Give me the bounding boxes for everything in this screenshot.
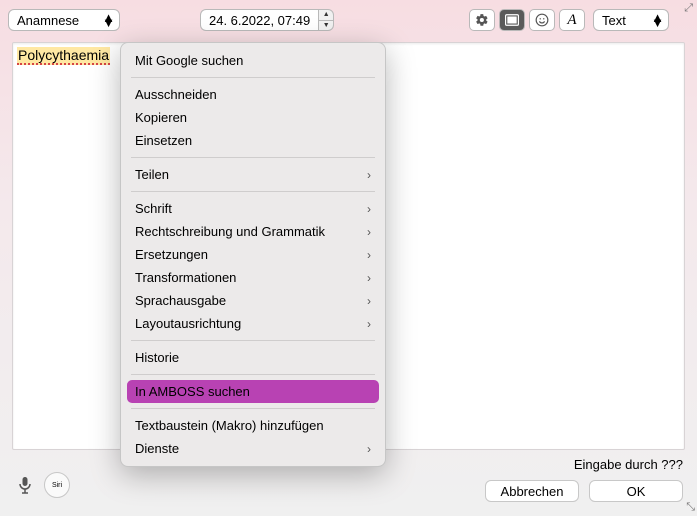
siri-icon: Siri xyxy=(52,482,62,489)
menu-separator xyxy=(131,374,375,375)
menu-item-spelling[interactable]: Rechtschreibung und Grammatik› xyxy=(121,220,385,243)
chevron-right-icon: › xyxy=(367,271,371,285)
datetime-field[interactable]: 24. 6.2022, 07:49 xyxy=(200,9,318,31)
cancel-button[interactable]: Abbrechen xyxy=(485,480,579,502)
category-select[interactable]: Anamnese ▲▼ xyxy=(8,9,120,31)
menu-item-share[interactable]: Teilen› xyxy=(121,163,385,186)
menu-separator xyxy=(131,408,375,409)
expand-icon[interactable]: ⤢ xyxy=(684,2,693,15)
datetime-stepper[interactable]: ▲ ▼ xyxy=(318,9,334,31)
microphone-button[interactable] xyxy=(12,472,38,498)
emoji-button[interactable] xyxy=(529,9,555,31)
stepper-down-icon[interactable]: ▼ xyxy=(319,21,333,31)
display-mode-button[interactable] xyxy=(499,9,525,31)
chevron-right-icon: › xyxy=(367,225,371,239)
input-by-label: Eingabe durch ??? xyxy=(574,457,683,472)
microphone-icon xyxy=(18,476,32,494)
collapse-icon[interactable]: ⤡ xyxy=(686,501,695,514)
menu-item-add-macro[interactable]: Textbaustein (Makro) hinzufügen xyxy=(121,414,385,437)
menu-separator xyxy=(131,340,375,341)
category-select-value: Anamnese xyxy=(17,13,79,28)
menu-item-services[interactable]: Dienste› xyxy=(121,437,385,460)
chevron-right-icon: › xyxy=(367,294,371,308)
format-select[interactable]: Text ▲▼ xyxy=(593,9,669,31)
ok-button[interactable]: OK xyxy=(589,480,683,502)
settings-button[interactable] xyxy=(469,9,495,31)
chevron-right-icon: › xyxy=(367,202,371,216)
siri-button[interactable]: Siri xyxy=(44,472,70,498)
chevron-right-icon: › xyxy=(367,442,371,456)
menu-item-font[interactable]: Schrift› xyxy=(121,197,385,220)
menu-item-speech[interactable]: Sprachausgabe› xyxy=(121,289,385,312)
menu-item-google-search[interactable]: Mit Google suchen xyxy=(121,49,385,72)
selected-text: Polycythaemia xyxy=(17,47,110,65)
smiley-icon xyxy=(535,13,549,27)
menu-item-layout[interactable]: Layoutausrichtung› xyxy=(121,312,385,335)
menu-separator xyxy=(131,157,375,158)
screen-icon xyxy=(505,14,519,26)
font-style-button[interactable]: A xyxy=(559,9,585,31)
menu-separator xyxy=(131,77,375,78)
menu-item-history[interactable]: Historie xyxy=(121,346,385,369)
chevron-right-icon: › xyxy=(367,168,371,182)
menu-item-substitutions[interactable]: Ersetzungen› xyxy=(121,243,385,266)
menu-item-amboss-search[interactable]: In AMBOSS suchen xyxy=(127,380,379,403)
datetime-value: 24. 6.2022, 07:49 xyxy=(209,13,310,28)
menu-item-copy[interactable]: Kopieren xyxy=(121,106,385,129)
menu-item-paste[interactable]: Einsetzen xyxy=(121,129,385,152)
format-select-value: Text xyxy=(602,13,626,28)
chevron-right-icon: › xyxy=(367,317,371,331)
chevron-up-down-icon: ▲▼ xyxy=(651,15,664,25)
menu-item-cut[interactable]: Ausschneiden xyxy=(121,83,385,106)
chevron-right-icon: › xyxy=(367,248,371,262)
gear-icon xyxy=(475,13,489,27)
stepper-up-icon[interactable]: ▲ xyxy=(319,10,333,21)
letter-a-icon: A xyxy=(567,12,576,29)
menu-item-transformations[interactable]: Transformationen› xyxy=(121,266,385,289)
chevron-up-down-icon: ▲▼ xyxy=(102,15,115,25)
context-menu: Mit Google suchen Ausschneiden Kopieren … xyxy=(120,42,386,467)
menu-separator xyxy=(131,191,375,192)
